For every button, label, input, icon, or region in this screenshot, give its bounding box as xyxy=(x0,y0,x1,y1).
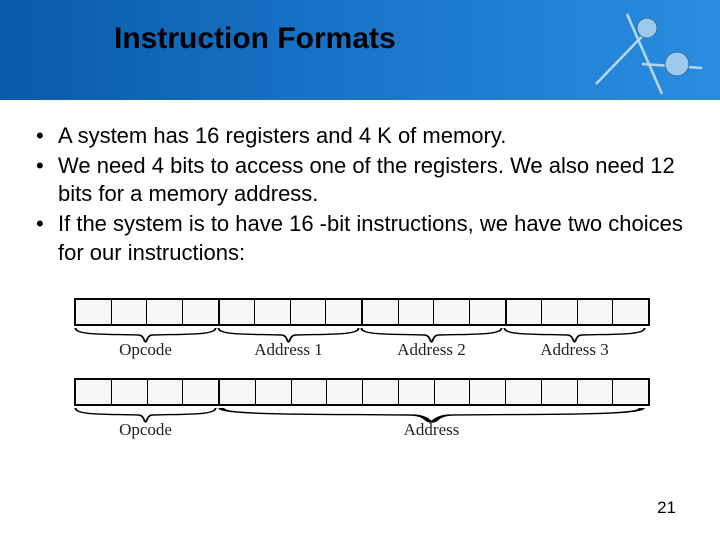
bit-cell xyxy=(542,300,578,324)
bit-cell xyxy=(507,300,543,324)
bit-cell xyxy=(291,300,327,324)
bit-cell xyxy=(613,380,648,404)
bit-cell xyxy=(506,380,542,404)
slide-title: Instruction Formats xyxy=(114,22,396,56)
brace-row-2: Opcode Address xyxy=(74,407,646,444)
bitfield-row-2 xyxy=(74,378,650,406)
field-label: Address 3 xyxy=(540,340,608,364)
field-label: Opcode xyxy=(119,420,172,444)
field-group: Opcode xyxy=(74,407,217,444)
bitfield-row-1 xyxy=(74,298,650,326)
bit-cell xyxy=(434,300,470,324)
instruction-format-diagram: Opcode Address 1 Address 2 Address 3 Opcode… xyxy=(74,298,646,444)
bit-cell xyxy=(76,300,112,324)
bit-cell xyxy=(112,380,148,404)
bit-cell xyxy=(435,380,471,404)
brace-row-1: Opcode Address 1 Address 2 Address 3 xyxy=(74,327,646,364)
bit-cell xyxy=(183,380,220,404)
page-number: 21 xyxy=(657,498,676,518)
bullet-item: We need 4 bits to access one of the regi… xyxy=(30,152,690,208)
bullet-item: A system has 16 registers and 4 K of mem… xyxy=(30,122,690,150)
bit-cell xyxy=(148,380,184,404)
header-decoration xyxy=(592,6,712,94)
bit-cell xyxy=(147,300,183,324)
field-label: Opcode xyxy=(119,340,172,364)
field-group: Address 1 xyxy=(217,327,360,364)
bit-cell xyxy=(578,300,614,324)
bit-cell xyxy=(399,300,435,324)
bit-cell xyxy=(292,380,328,404)
bit-cell xyxy=(363,300,399,324)
bit-cell xyxy=(112,300,148,324)
bullet-list: A system has 16 registers and 4 K of mem… xyxy=(30,122,690,269)
field-label: Address xyxy=(404,420,460,444)
bit-cell xyxy=(326,300,363,324)
field-group: Opcode xyxy=(74,327,217,364)
bit-cell xyxy=(220,300,256,324)
bit-cell xyxy=(255,300,291,324)
bit-cell xyxy=(470,380,506,404)
bit-cell xyxy=(613,300,648,324)
bit-cell xyxy=(470,300,507,324)
bit-cell xyxy=(183,300,220,324)
field-label: Address 1 xyxy=(254,340,322,364)
bit-cell xyxy=(542,380,578,404)
bit-cell xyxy=(76,380,112,404)
bullet-item: If the system is to have 16 -bit instruc… xyxy=(30,210,690,266)
field-group: Address 3 xyxy=(503,327,646,364)
bit-cell xyxy=(220,380,256,404)
bit-cell xyxy=(363,380,399,404)
bit-cell xyxy=(578,380,614,404)
bit-cell xyxy=(327,380,363,404)
slide: Instruction Formats A system has 16 regi… xyxy=(0,0,720,540)
bit-cell xyxy=(399,380,435,404)
field-label: Address 2 xyxy=(397,340,465,364)
field-group: Address xyxy=(217,407,646,444)
field-group: Address 2 xyxy=(360,327,503,364)
bit-cell xyxy=(256,380,292,404)
